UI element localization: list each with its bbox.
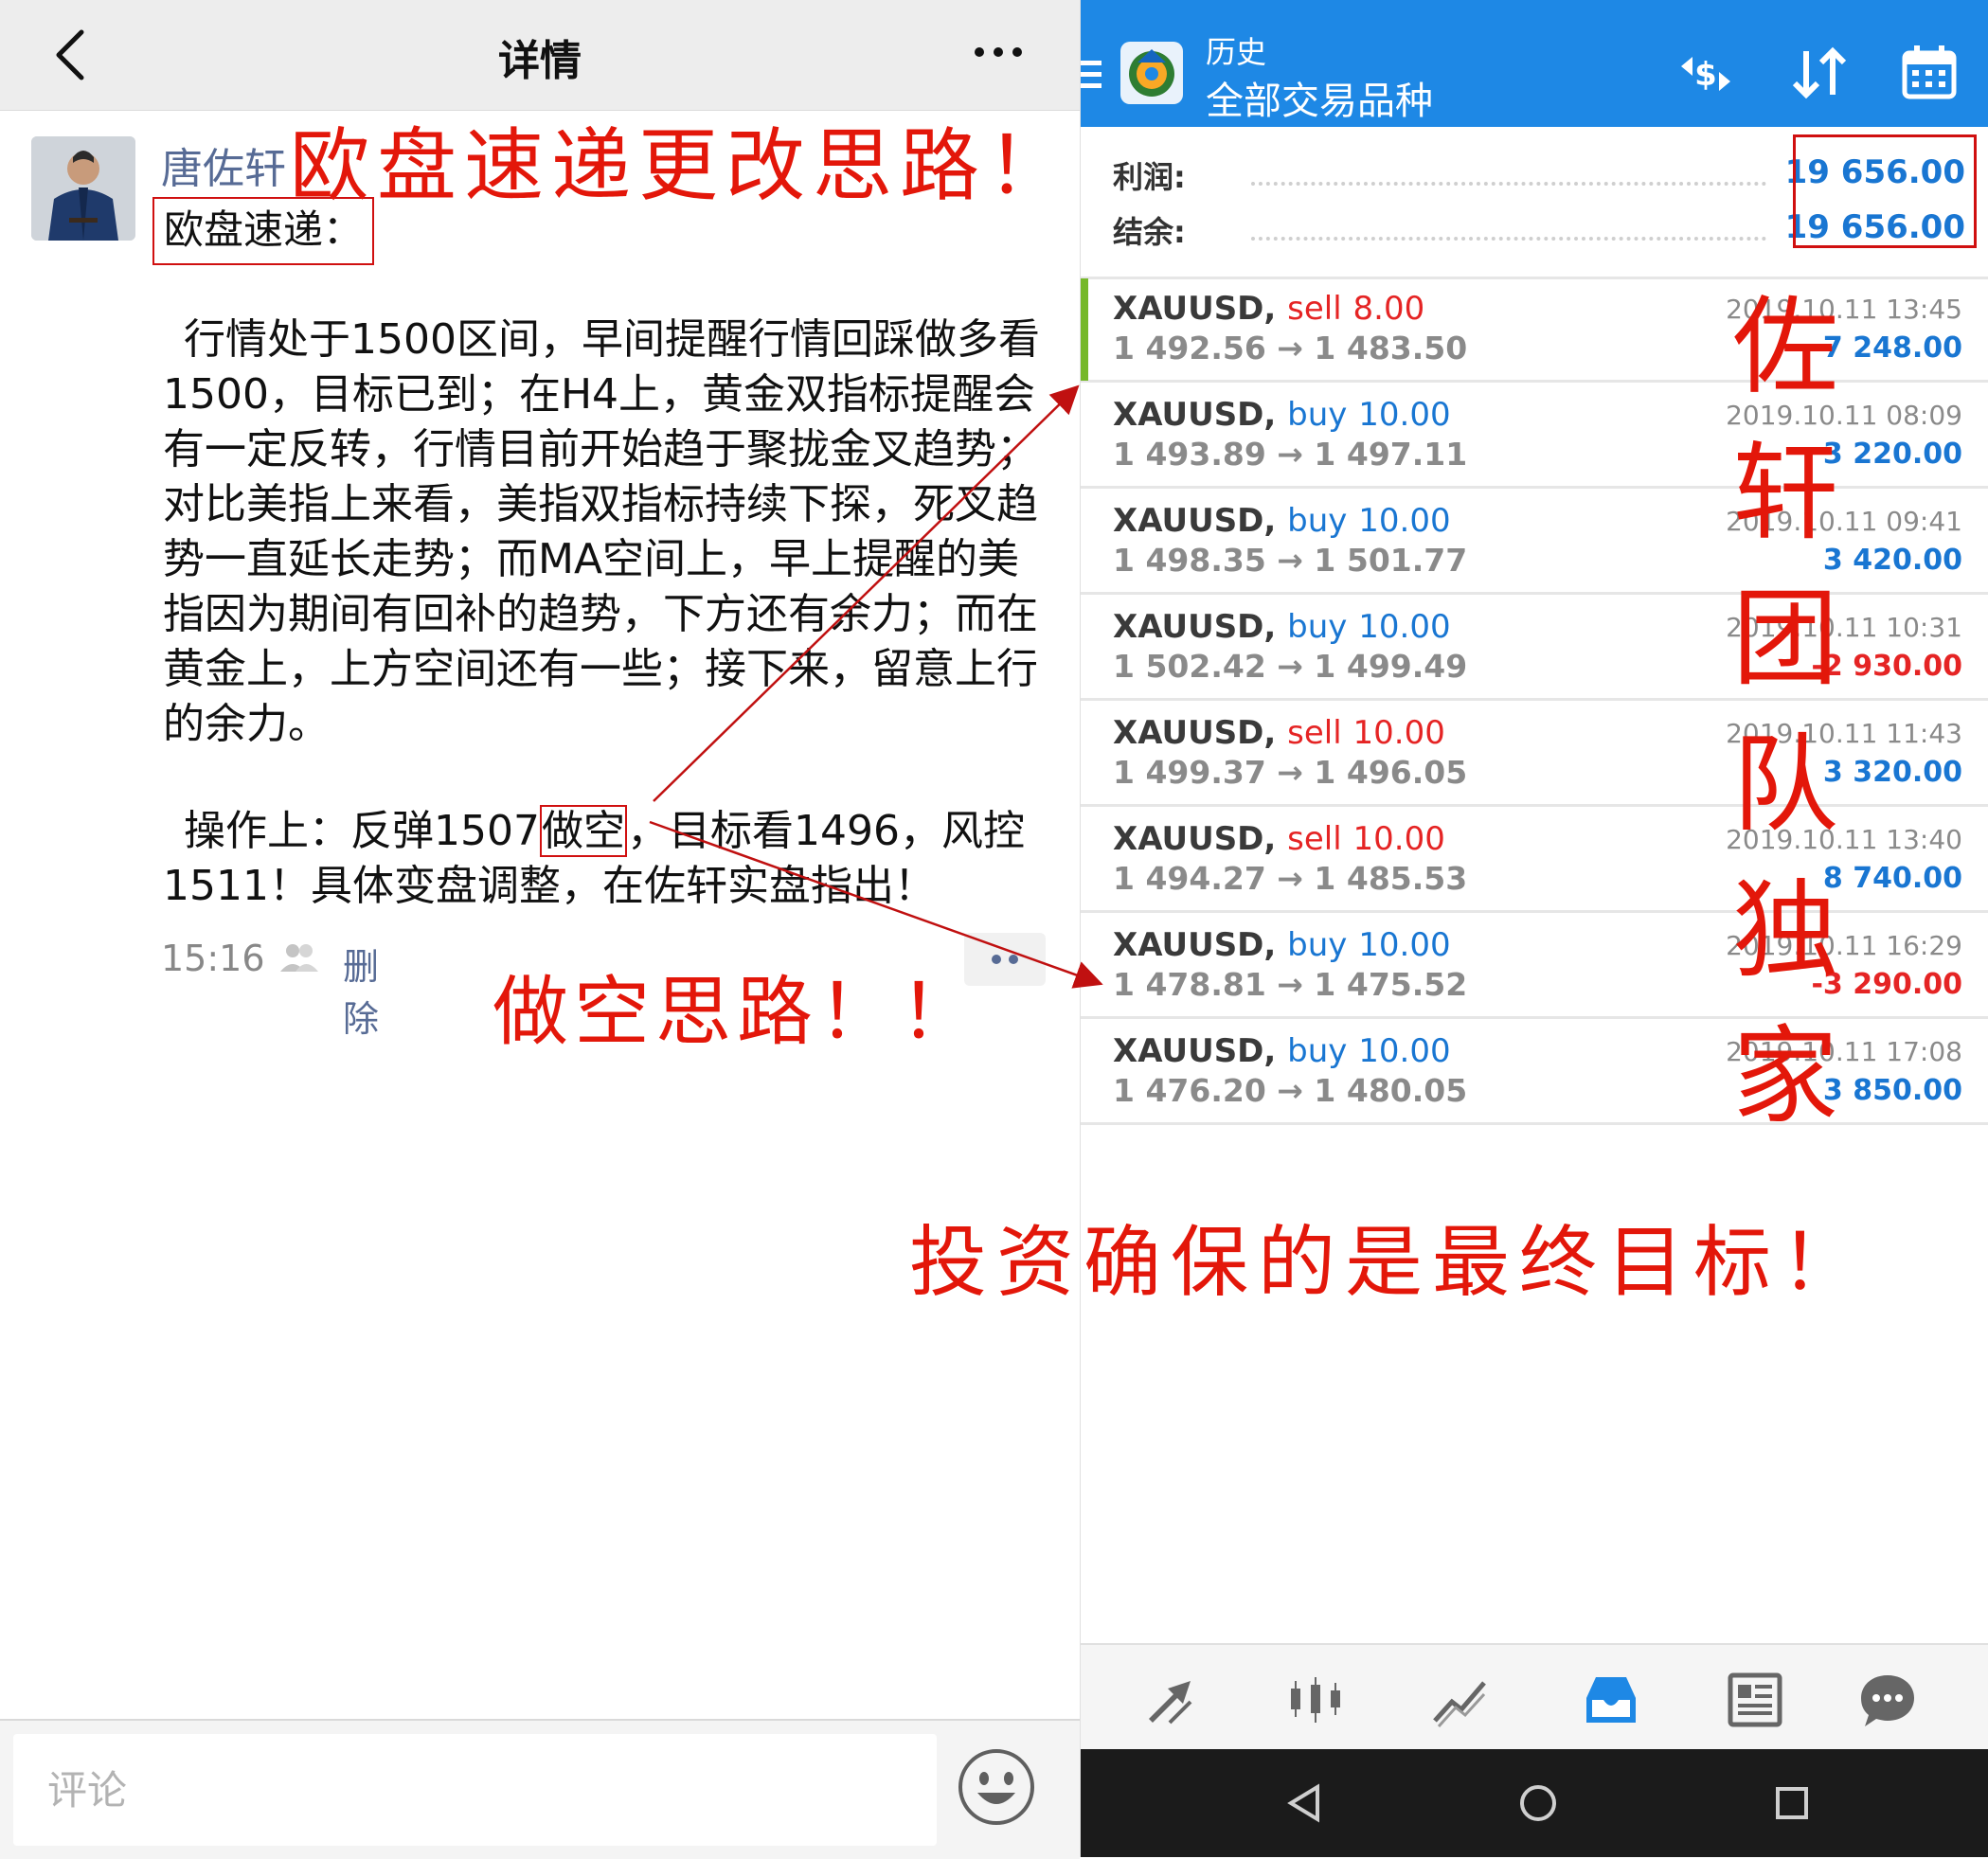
trade-symbol: XAUUSD,	[1113, 290, 1277, 328]
trade-volume: 10.00	[1358, 608, 1451, 646]
leader-dots	[1251, 182, 1766, 186]
avatar[interactable]	[31, 136, 135, 241]
news-icon[interactable]	[1725, 1670, 1785, 1730]
trade-list: XAUUSD, sell 8.00 1 492.56 → 1 483.50 20…	[1081, 277, 1988, 1125]
trade-side: buy	[1287, 608, 1348, 646]
trade-volume: 10.00	[1358, 396, 1451, 434]
header-title: 历史	[1206, 34, 1267, 70]
trade-side: buy	[1287, 926, 1348, 964]
history-inbox-icon[interactable]	[1581, 1670, 1641, 1730]
currency-exchange-icon[interactable]: $	[1675, 49, 1736, 98]
trade-volume: 10.00	[1358, 926, 1451, 964]
delete-link[interactable]: 删除	[343, 938, 379, 1042]
trade-side: buy	[1287, 396, 1348, 434]
emoji-icon[interactable]	[957, 1747, 1036, 1827]
post-paragraph-operation: 操作上：反弹1507做空，目标看1496，风控1511！具体变盘调整，在佐轩实盘…	[163, 804, 1053, 914]
balance-label: 结余:	[1113, 214, 1186, 250]
trade-side: buy	[1287, 1032, 1348, 1070]
trade-symbol: XAUUSD,	[1113, 820, 1277, 858]
chart-icon[interactable]	[1429, 1670, 1490, 1730]
svg-text:$: $	[1694, 56, 1717, 94]
system-back-icon[interactable]	[1283, 1781, 1327, 1825]
system-nav-bar	[1081, 1749, 1988, 1857]
mt4-history-pane: 历史 全部交易品种 $ 利润: 19 656.00 结余: 19 656.00	[1080, 0, 1988, 1857]
system-recents-icon[interactable]	[1770, 1781, 1814, 1825]
trade-row[interactable]: XAUUSD, buy 10.00 1 498.35 → 1 501.77 20…	[1081, 489, 1988, 595]
trade-row[interactable]: XAUUSD, buy 10.00 1 493.89 → 1 497.11 20…	[1081, 383, 1988, 489]
annotation-title: 欧盘速递更改思路！	[290, 119, 1075, 212]
trade-symbol: XAUUSD,	[1113, 396, 1277, 434]
annotation-short-idea: 做空思路！！	[493, 968, 981, 1056]
summary-highlight-box	[1793, 134, 1977, 248]
operation-text-start: 操作上：反弹1507	[184, 807, 540, 855]
trade-prices: 1 498.35 → 1 501.77	[1113, 542, 1468, 579]
trade-prices: 1 502.42 → 1 499.49	[1113, 648, 1468, 685]
post-author-name[interactable]: 唐佐轩	[161, 134, 286, 195]
trade-arrows-icon[interactable]	[1141, 1670, 1202, 1730]
short-keyword-highlight: 做空	[539, 805, 627, 857]
top-bar: 详情	[0, 0, 1080, 111]
comment-bar	[0, 1719, 1080, 1859]
trade-symbol: XAUUSD,	[1113, 502, 1277, 540]
trade-prices: 1 499.37 → 1 496.05	[1113, 754, 1468, 791]
menu-icon[interactable]	[1081, 55, 1105, 93]
trade-volume: 10.00	[1358, 502, 1451, 540]
moments-detail-pane: 详情 唐佐轩 欧盘速递： 行情处于1500区间，早间提醒行情回踩做多看1500，…	[0, 0, 1080, 1859]
annotation-goal: 投资确保的是最终目标！	[909, 1218, 1869, 1308]
trade-prices: 1 492.56 → 1 483.50	[1113, 330, 1468, 366]
post-time: 15:16	[161, 938, 265, 979]
trade-row[interactable]: XAUUSD, sell 8.00 1 492.56 → 1 483.50 20…	[1081, 277, 1988, 383]
trade-volume: 8.00	[1352, 290, 1425, 328]
trade-symbol: XAUUSD,	[1113, 1032, 1277, 1070]
trade-prices: 1 493.89 → 1 497.11	[1113, 436, 1468, 473]
trade-prices: 1 478.81 → 1 475.52	[1113, 966, 1468, 1003]
trade-volume: 10.00	[1352, 820, 1445, 858]
leader-dots	[1251, 237, 1766, 241]
quotes-icon[interactable]	[1285, 1670, 1346, 1730]
calendar-icon[interactable]	[1901, 44, 1958, 100]
trade-volume: 10.00	[1352, 714, 1445, 752]
trade-side: sell	[1287, 290, 1342, 328]
comment-input[interactable]	[13, 1734, 937, 1846]
trade-row[interactable]: XAUUSD, sell 10.00 1 494.27 → 1 485.53 2…	[1081, 807, 1988, 913]
trade-row[interactable]: XAUUSD, buy 10.00 1 478.81 → 1 475.52 20…	[1081, 913, 1988, 1019]
annotation-team-exclusive: 佐轩团队独家	[1732, 286, 1838, 1138]
system-home-icon[interactable]	[1516, 1781, 1560, 1825]
trade-prices: 1 476.20 → 1 480.05	[1113, 1072, 1468, 1109]
bottom-nav	[1081, 1643, 1988, 1751]
trade-row[interactable]: XAUUSD, buy 10.00 1 476.20 → 1 480.05 20…	[1081, 1019, 1988, 1125]
metatrader-logo-icon	[1120, 42, 1183, 104]
sort-icon[interactable]	[1789, 45, 1850, 100]
avatar-portrait-icon	[31, 136, 135, 241]
more-dots-icon[interactable]	[970, 38, 1027, 66]
trade-side: sell	[1287, 714, 1342, 752]
page-title: 详情	[498, 37, 582, 85]
trade-prices: 1 494.27 → 1 485.53	[1113, 860, 1468, 897]
visibility-group-icon	[280, 944, 318, 972]
trade-row[interactable]: XAUUSD, sell 10.00 1 499.37 → 1 496.05 2…	[1081, 701, 1988, 807]
trade-side: buy	[1287, 502, 1348, 540]
post-paragraph-analysis: 行情处于1500区间，早间提醒行情回踩做多看1500，目标已到；在H4上，黄金双…	[163, 315, 1040, 748]
trade-row[interactable]: XAUUSD, buy 10.00 1 502.42 → 1 499.49 20…	[1081, 595, 1988, 701]
profit-label: 利润:	[1113, 159, 1186, 195]
history-header: 历史 全部交易品种 $	[1081, 0, 1988, 127]
trade-side: sell	[1287, 820, 1342, 858]
trade-volume: 10.00	[1358, 1032, 1451, 1070]
symbol-filter[interactable]: 全部交易品种	[1206, 70, 1433, 125]
chat-icon[interactable]	[1857, 1670, 1918, 1730]
trade-symbol: XAUUSD,	[1113, 608, 1277, 646]
trade-symbol: XAUUSD,	[1113, 714, 1277, 752]
trade-symbol: XAUUSD,	[1113, 926, 1277, 964]
